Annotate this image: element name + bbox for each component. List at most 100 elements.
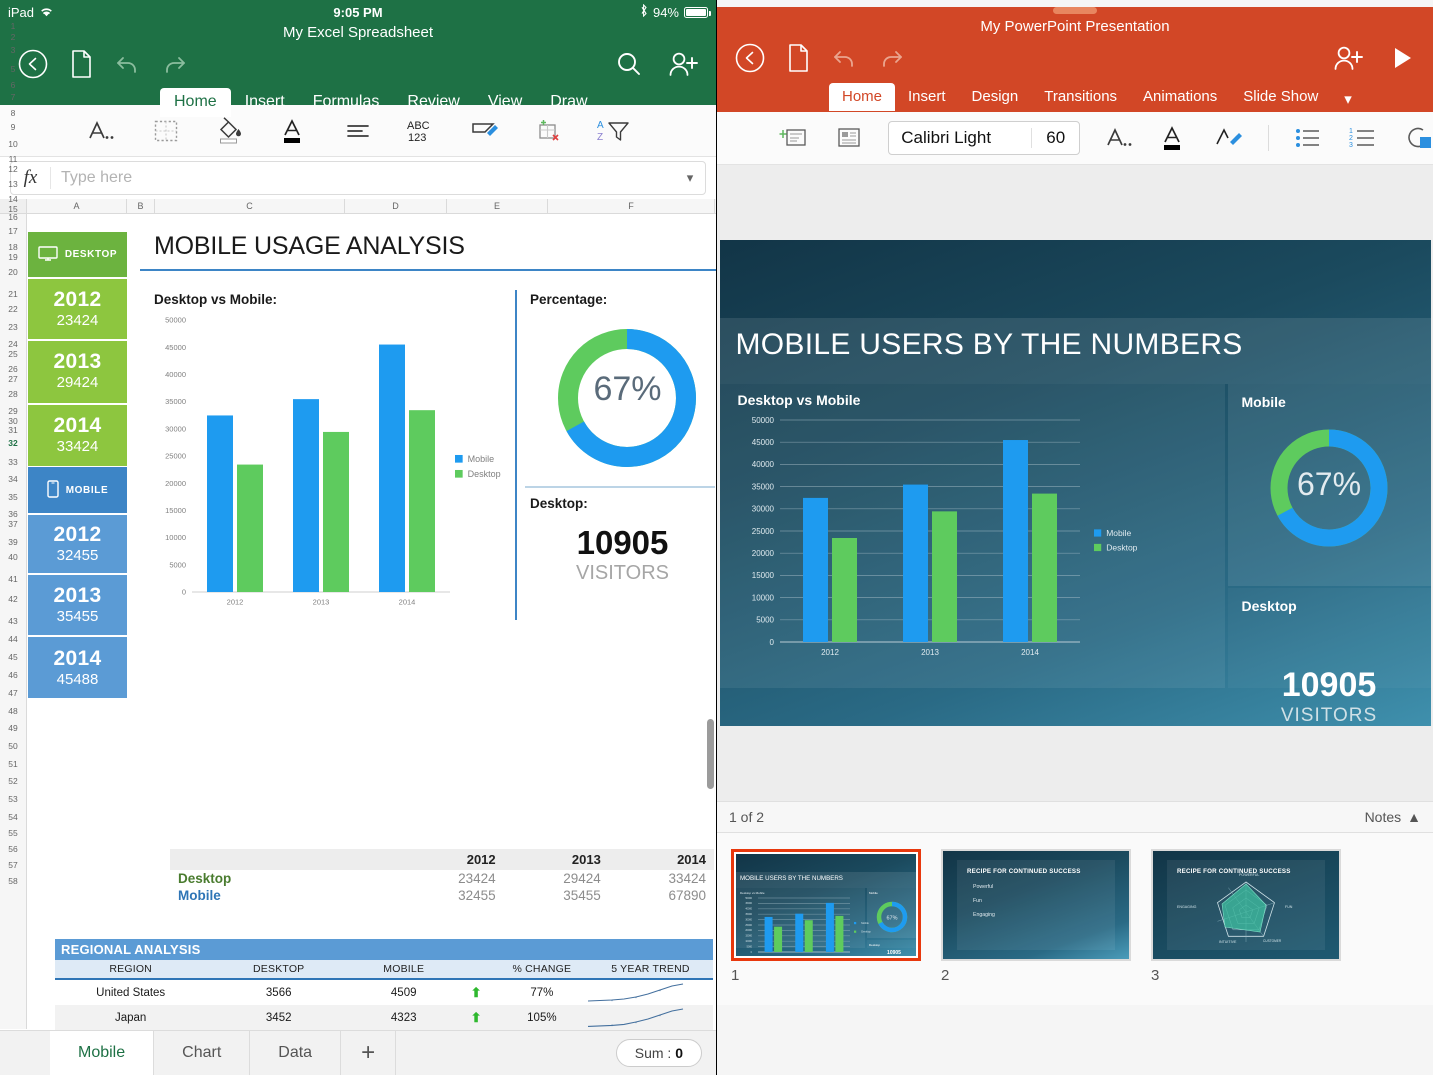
- row-header-45[interactable]: 45: [0, 652, 26, 662]
- slide-chart-panel[interactable]: Desktop vs Mobile 0 5000 10000 15000 20000 25…: [719, 384, 1225, 688]
- tile-mobile-2013[interactable]: 2013 35455: [28, 575, 127, 635]
- font-color-icon[interactable]: [1159, 121, 1190, 155]
- redo-icon[interactable]: [879, 45, 905, 71]
- row-header-27[interactable]: 27: [0, 374, 26, 384]
- row-header-19[interactable]: 19: [0, 252, 26, 262]
- row-header-37[interactable]: 37: [0, 519, 26, 529]
- tile-mobile-2014[interactable]: 2014 45488: [28, 637, 127, 698]
- tile-desktop-2012[interactable]: 2012 23424: [28, 279, 127, 339]
- delete-cells-icon[interactable]: [533, 114, 567, 148]
- status-sum-badge[interactable]: Sum : 0: [615, 1039, 702, 1067]
- current-slide[interactable]: MOBILE USERS BY THE NUMBERS Desktop vs M…: [719, 240, 1431, 726]
- row-header-39[interactable]: 39: [0, 537, 26, 547]
- row-header-21[interactable]: 21: [0, 289, 26, 299]
- row-header-42[interactable]: 42: [0, 594, 26, 604]
- number-format-icon[interactable]: ABC 123: [405, 114, 439, 148]
- add-person-icon[interactable]: [668, 51, 698, 77]
- row-header-51[interactable]: 51: [0, 759, 26, 769]
- row-header-22[interactable]: 22: [0, 304, 26, 314]
- row-header-56[interactable]: 56: [0, 844, 26, 854]
- tab-home[interactable]: Home: [829, 83, 896, 111]
- row-header-40[interactable]: 40: [0, 552, 26, 562]
- slide-thumbnail-3[interactable]: RECIPE FOR CONTINUED SUCCESS POWERFUL FU…: [1151, 849, 1341, 961]
- row-header-6[interactable]: 6: [0, 80, 26, 90]
- play-slideshow-icon[interactable]: [1389, 45, 1415, 71]
- slide-thumbnail-strip[interactable]: MOBILE USERS BY THE NUMBERS 0 5000 10000 15…: [717, 833, 1433, 1005]
- formula-input[interactable]: Type here: [51, 169, 675, 187]
- tab-transitions[interactable]: Transitions: [1031, 83, 1130, 111]
- tab-formulas[interactable]: Formulas: [299, 88, 394, 117]
- row-header-50[interactable]: 50: [0, 741, 26, 751]
- row-header-48[interactable]: 48: [0, 706, 26, 716]
- thumbnail-1-wrap[interactable]: MOBILE USERS BY THE NUMBERS 0 5000 10000 15…: [731, 849, 921, 1005]
- sheet-tab-mobile[interactable]: Mobile: [50, 1031, 155, 1075]
- formula-input-wrap[interactable]: fx Type here ▾: [10, 161, 706, 195]
- column-header-d[interactable]: D: [345, 199, 447, 213]
- tab-draw[interactable]: Draw: [536, 88, 601, 117]
- column-header-f[interactable]: F: [548, 199, 715, 213]
- font-format-icon[interactable]: [1104, 121, 1135, 155]
- back-icon[interactable]: [735, 43, 765, 73]
- row-header-58[interactable]: 58: [0, 876, 26, 886]
- tab-review[interactable]: Review: [393, 88, 473, 117]
- tab-slide-show[interactable]: Slide Show: [1230, 83, 1331, 111]
- format-painter-icon[interactable]: [1213, 121, 1244, 155]
- row-header-13[interactable]: 13: [0, 179, 26, 189]
- excel-bar-chart[interactable]: 0 5000 10000 15000 20000 25000 30000 35000 40000…: [150, 312, 505, 622]
- tile-desktop-header[interactable]: DESKTOP: [28, 232, 127, 277]
- row-header-57[interactable]: 57: [0, 860, 26, 870]
- tab-insert[interactable]: Insert: [895, 83, 959, 111]
- slide-canvas[interactable]: MOBILE USERS BY THE NUMBERS Desktop vs M…: [717, 165, 1433, 801]
- chevron-down-icon[interactable]: ▾: [675, 170, 705, 186]
- column-header-e[interactable]: E: [447, 199, 548, 213]
- row-header-9[interactable]: 9: [0, 122, 26, 132]
- row-header-26[interactable]: 26: [0, 364, 26, 374]
- column-header-c[interactable]: C: [155, 199, 345, 213]
- file-icon[interactable]: [787, 44, 809, 72]
- row-header-36[interactable]: 36: [0, 509, 26, 519]
- row-header-46[interactable]: 46: [0, 670, 26, 680]
- row-header-41[interactable]: 41: [0, 574, 26, 584]
- row-header-33[interactable]: 33: [0, 457, 26, 467]
- chevron-down-icon[interactable]: ▾: [1331, 85, 1365, 111]
- row-header-23[interactable]: 23: [0, 322, 26, 332]
- row-header-24[interactable]: 24: [0, 339, 26, 349]
- layout-icon[interactable]: [834, 121, 865, 155]
- slide-thumbnail-1[interactable]: MOBILE USERS BY THE NUMBERS 0 5000 10000 15…: [731, 849, 921, 961]
- slide-donut-panel[interactable]: Mobile 67%: [1227, 384, 1431, 586]
- worksheet-surface[interactable]: DESKTOP 2012 23424 2013 29424 2014 33424: [27, 214, 716, 1075]
- slide-title[interactable]: MOBILE USERS BY THE NUMBERS: [736, 328, 1243, 362]
- tile-desktop-2014[interactable]: 2014 33424: [28, 405, 127, 466]
- row-header-35[interactable]: 35: [0, 492, 26, 502]
- tile-mobile-2012[interactable]: 2012 32455: [28, 515, 127, 573]
- search-icon[interactable]: [616, 51, 642, 77]
- file-icon[interactable]: [70, 50, 92, 78]
- row-header-18[interactable]: 18: [0, 242, 26, 252]
- row-header-44[interactable]: 44: [0, 634, 26, 644]
- table-row[interactable]: Japan 3452 4323 ⬆ 105%: [55, 1005, 713, 1030]
- row-header-17[interactable]: 17: [0, 226, 26, 236]
- row-header-12[interactable]: 12: [0, 164, 26, 174]
- row-header-55[interactable]: 55: [0, 828, 26, 838]
- font-controls[interactable]: Calibri Light 60: [888, 121, 1081, 155]
- row-header-43[interactable]: 43: [0, 616, 26, 626]
- row-header-20[interactable]: 20: [0, 267, 26, 277]
- row-header-10[interactable]: 10: [0, 139, 26, 149]
- slide-kpi-panel[interactable]: Desktop 10905 VISITORS: [1227, 588, 1431, 726]
- notes-button[interactable]: Notes ▲: [1365, 809, 1421, 825]
- format-painter-icon[interactable]: [469, 114, 503, 148]
- row-header-34[interactable]: 34: [0, 474, 26, 484]
- excel-donut-chart[interactable]: 67%: [530, 310, 716, 490]
- add-person-icon[interactable]: [1333, 45, 1363, 71]
- slide-thumbnail-2[interactable]: RECIPE FOR CONTINUED SUCCESS Powerful Fu…: [941, 849, 1131, 961]
- undo-icon[interactable]: [114, 51, 140, 77]
- table-row[interactable]: United States 3566 4509 ⬆ 77%: [55, 979, 713, 1005]
- row-header-32[interactable]: 32: [0, 438, 26, 448]
- font-name-input[interactable]: Calibri Light: [889, 128, 1031, 148]
- numbered-list-icon[interactable]: 123: [1348, 121, 1379, 155]
- row-header-16[interactable]: 16: [0, 212, 26, 222]
- row-header-47[interactable]: 47: [0, 688, 26, 698]
- column-header-a[interactable]: A: [27, 199, 127, 213]
- sort-filter-icon[interactable]: AZ: [597, 114, 631, 148]
- thumbnail-2-wrap[interactable]: RECIPE FOR CONTINUED SUCCESS Powerful Fu…: [941, 849, 1131, 1005]
